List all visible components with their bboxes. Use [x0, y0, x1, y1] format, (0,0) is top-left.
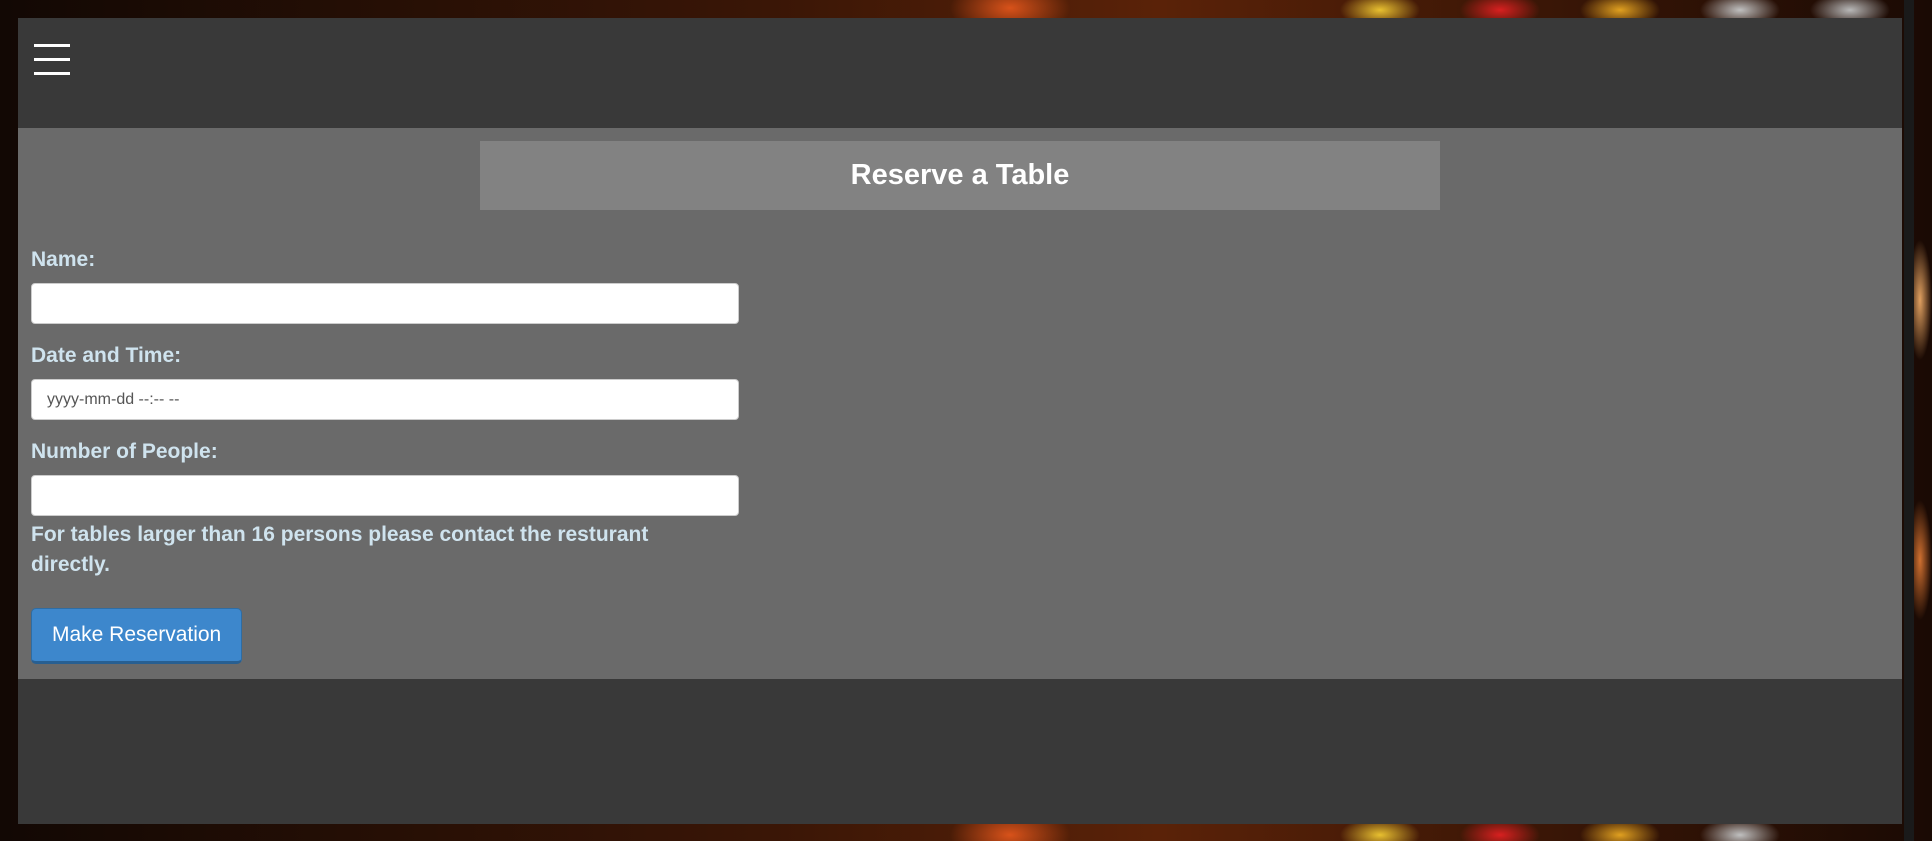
- reservation-section: Reserve a Table Name: Date and Time: Num…: [18, 128, 1902, 679]
- datetime-label: Date and Time:: [31, 344, 182, 367]
- window-edge: [1904, 0, 1914, 841]
- datetime-input[interactable]: [31, 379, 739, 420]
- footer: [18, 679, 1902, 824]
- page-title: Reserve a Table: [850, 159, 1070, 191]
- people-input[interactable]: [31, 475, 739, 516]
- people-label: Number of People:: [31, 440, 218, 463]
- top-navigation-bar: [18, 18, 1902, 128]
- title-banner: Reserve a Table: [480, 141, 1440, 210]
- page-container: Reserve a Table Name: Date and Time: Num…: [18, 18, 1902, 824]
- name-label: Name:: [31, 248, 96, 271]
- make-reservation-button[interactable]: Make Reservation: [31, 608, 243, 664]
- hamburger-menu-icon[interactable]: [34, 44, 70, 80]
- reservation-form: Name: Date and Time: Number of People: F…: [31, 248, 741, 664]
- large-party-note: For tables larger than 16 persons please…: [31, 523, 649, 576]
- name-input[interactable]: [31, 283, 739, 324]
